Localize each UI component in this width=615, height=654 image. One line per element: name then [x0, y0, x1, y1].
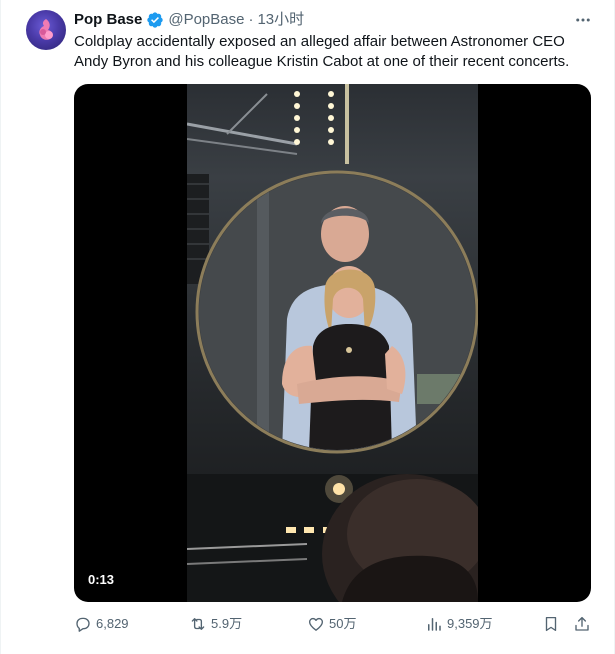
bookmark-icon — [545, 616, 557, 632]
post-header: Pop Base @PopBase · 13小时 — [74, 10, 594, 30]
repost-arrows-icon — [191, 618, 205, 630]
share-button[interactable] — [573, 614, 591, 634]
like-button[interactable]: 50万 — [307, 614, 356, 634]
repost-count: 5.9万 — [211, 616, 243, 631]
more-dots-icon — [576, 18, 590, 22]
author-name[interactable]: Pop Base — [74, 10, 142, 30]
post-actions: 6,829 5.9万 50万 9,359万 — [74, 614, 594, 634]
video-player[interactable]: 0:13 — [74, 84, 591, 602]
reply-count: 6,829 — [96, 616, 129, 631]
views-button[interactable]: 9,359万 — [425, 614, 493, 634]
reply-button[interactable]: 6,829 — [74, 614, 129, 634]
video-frame[interactable] — [187, 84, 478, 602]
bookmark-button[interactable] — [542, 614, 560, 634]
post-timestamp[interactable]: 13小时 — [257, 10, 304, 30]
heart-icon — [308, 617, 324, 631]
header-separator: · — [248, 11, 254, 28]
avatar-logo-icon — [39, 19, 53, 40]
video-still-illustration — [187, 84, 478, 602]
author-handle[interactable]: @PopBase — [168, 10, 244, 30]
share-upload-icon — [575, 616, 589, 631]
reply-bubble-icon — [76, 617, 90, 632]
bar-chart-icon — [428, 618, 441, 631]
like-count: 50万 — [329, 616, 357, 631]
author-avatar[interactable] — [26, 10, 66, 50]
verified-badge-icon — [147, 12, 164, 28]
repost-button[interactable]: 5.9万 — [189, 614, 242, 634]
tweet-post: Pop Base @PopBase · 13小时 Coldplay accide… — [0, 0, 615, 654]
view-count: 9,359万 — [447, 616, 493, 631]
more-options-button[interactable] — [572, 10, 594, 30]
video-duration: 0:13 — [88, 572, 115, 587]
post-text: Coldplay accidentally exposed an alleged… — [74, 33, 570, 70]
